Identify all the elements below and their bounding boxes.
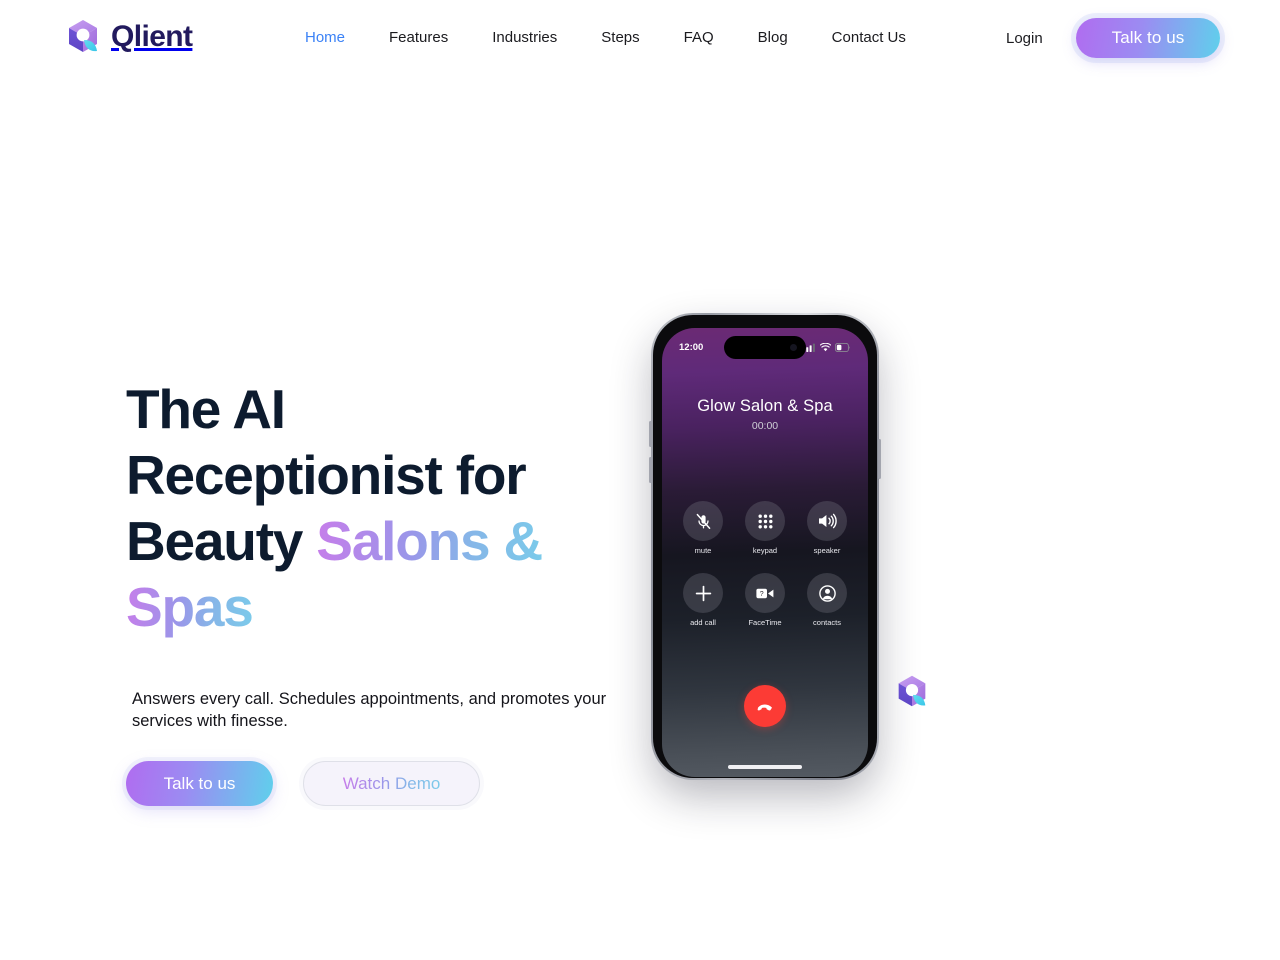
call-control-keypad[interactable]: keypad bbox=[745, 501, 785, 555]
nav-item-blog[interactable]: Blog bbox=[736, 28, 810, 48]
heading-line-3-gradient: Salons & bbox=[316, 510, 543, 572]
call-control-label: contacts bbox=[813, 618, 841, 627]
call-control-facetime[interactable]: ? FaceTime bbox=[745, 573, 785, 627]
keypad-icon bbox=[745, 501, 785, 541]
battery-icon bbox=[835, 342, 851, 352]
end-call-button[interactable] bbox=[744, 685, 786, 727]
call-control-speaker[interactable]: speaker bbox=[807, 501, 847, 555]
call-control-label: add call bbox=[690, 618, 716, 627]
dynamic-island bbox=[724, 336, 806, 359]
top-navigation-bar: Qlient Home Features Industries Steps FA… bbox=[0, 0, 1280, 76]
watch-demo-label: Watch Demo bbox=[342, 773, 441, 793]
hero-talk-to-us-label: Talk to us bbox=[163, 773, 236, 793]
call-control-label: speaker bbox=[813, 546, 841, 555]
plus-icon bbox=[683, 573, 723, 613]
nav-item-faq[interactable]: FAQ bbox=[662, 28, 736, 48]
nav-talk-to-us-button[interactable]: Talk to us bbox=[1076, 18, 1220, 58]
svg-text:?: ? bbox=[760, 591, 764, 598]
heading-line-4-gradient: Spas bbox=[126, 576, 254, 638]
phone-mockup: 12:00 Glow Salon & Spa 00:00 mute keypad… bbox=[649, 309, 881, 784]
hero-talk-to-us-button[interactable]: Talk to us bbox=[126, 761, 273, 806]
speaker-icon bbox=[807, 501, 847, 541]
call-control-label: mute bbox=[694, 546, 712, 555]
login-link[interactable]: Login bbox=[1006, 30, 1043, 48]
phone-screen-call-ui: 12:00 Glow Salon & Spa 00:00 mute keypad… bbox=[662, 328, 868, 777]
wifi-icon bbox=[820, 342, 831, 351]
qlient-cube-logo-icon bbox=[898, 675, 926, 707]
call-control-contacts[interactable]: contacts bbox=[807, 573, 847, 627]
hero-subtitle: Answers every call. Schedules appointmen… bbox=[132, 690, 607, 730]
watch-demo-button[interactable]: Watch Demo bbox=[303, 761, 480, 806]
front-camera-icon bbox=[790, 344, 797, 351]
qlient-cube-logo-icon bbox=[62, 16, 104, 58]
microphone-muted-icon bbox=[683, 501, 723, 541]
call-timer: 00:00 bbox=[751, 420, 779, 432]
heading-line-1: The AI bbox=[126, 378, 286, 440]
brand-logo-link[interactable]: Qlient bbox=[62, 16, 193, 58]
heading-line-3-dark: Beauty bbox=[126, 510, 317, 572]
floating-qlient-badge bbox=[892, 672, 932, 712]
status-time: 12:00 bbox=[679, 341, 704, 353]
home-indicator bbox=[728, 765, 802, 769]
call-control-add-call[interactable]: add call bbox=[683, 573, 723, 627]
nav-item-contact-us[interactable]: Contact Us bbox=[810, 28, 928, 48]
call-controls-grid: mute keypad speaker add call ? FaceTime … bbox=[683, 501, 847, 645]
video-camera-icon: ? bbox=[745, 573, 785, 613]
nav-item-home[interactable]: Home bbox=[283, 28, 367, 48]
end-call-icon bbox=[757, 704, 772, 711]
heading-line-2: Receptionist for bbox=[126, 444, 527, 506]
call-controls-row-1: mute keypad speaker bbox=[683, 501, 847, 555]
nav-item-steps[interactable]: Steps bbox=[579, 28, 661, 48]
hero-button-group: Talk to us Watch Demo bbox=[126, 761, 480, 806]
nav-item-features[interactable]: Features bbox=[367, 28, 470, 48]
call-controls-row-2: add call ? FaceTime contacts bbox=[683, 573, 847, 627]
call-control-label: keypad bbox=[752, 546, 778, 555]
page-title: The AI Receptionist for Beauty Salons & … bbox=[126, 376, 596, 640]
call-control-label: FaceTime bbox=[748, 618, 782, 627]
volume-up-button[interactable] bbox=[649, 421, 652, 447]
status-indicators bbox=[803, 342, 851, 352]
caller-name: Glow Salon & Spa bbox=[697, 397, 833, 415]
nav-item-industries[interactable]: Industries bbox=[470, 28, 579, 48]
phone-body: 12:00 Glow Salon & Spa 00:00 mute keypad… bbox=[653, 315, 877, 778]
brand-name: Qlient bbox=[111, 20, 193, 53]
nav-links: Home Features Industries Steps FAQ Blog … bbox=[283, 28, 928, 48]
person-circle-icon bbox=[807, 573, 847, 613]
call-control-mute[interactable]: mute bbox=[683, 501, 723, 555]
volume-down-button[interactable] bbox=[649, 457, 652, 483]
power-button[interactable] bbox=[878, 439, 881, 479]
